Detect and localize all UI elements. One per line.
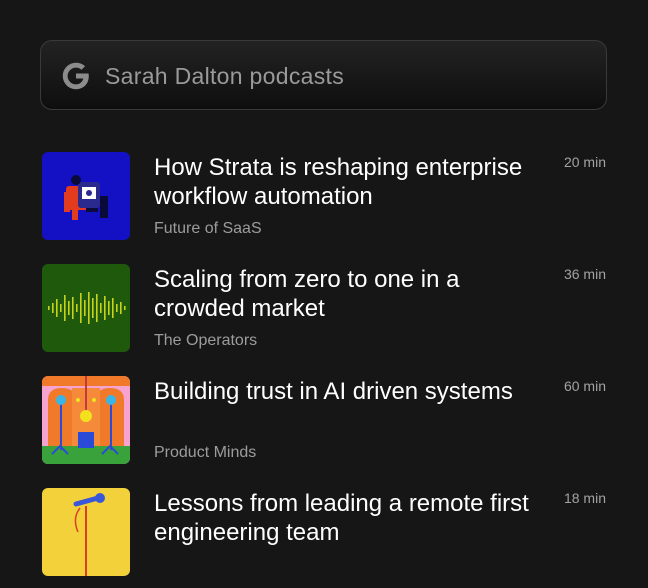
episode-artwork xyxy=(42,152,130,240)
episode-duration: 36 min xyxy=(563,266,606,282)
episode-show: Product Minds xyxy=(154,444,257,461)
episode-item[interactable]: Scaling from zero to one in a crowded ma… xyxy=(0,264,648,364)
episode-title[interactable]: Lessons from leading a remote first engi… xyxy=(154,489,534,547)
episode-title[interactable]: Building trust in AI driven systems xyxy=(154,377,534,406)
episode-title[interactable]: Scaling from zero to one in a crowded ma… xyxy=(154,265,534,323)
episode-title[interactable]: How Strata is reshaping enterprise workf… xyxy=(154,153,534,211)
episode-artwork xyxy=(42,488,130,576)
episode-show: Future of SaaS xyxy=(154,220,262,237)
episode-item[interactable]: Building trust in AI driven systems Prod… xyxy=(0,376,648,476)
episode-duration: 20 min xyxy=(563,154,606,170)
episode-item[interactable]: Lessons from leading a remote first engi… xyxy=(0,488,648,588)
episode-duration: 18 min xyxy=(563,490,606,506)
episode-item[interactable]: How Strata is reshaping enterprise workf… xyxy=(0,152,648,252)
episode-duration: 60 min xyxy=(563,378,606,394)
episode-show: The Operators xyxy=(154,332,258,349)
episode-artwork xyxy=(42,264,130,352)
episode-artwork xyxy=(42,376,130,464)
episode-list: How Strata is reshaping enterprise workf… xyxy=(0,0,648,576)
